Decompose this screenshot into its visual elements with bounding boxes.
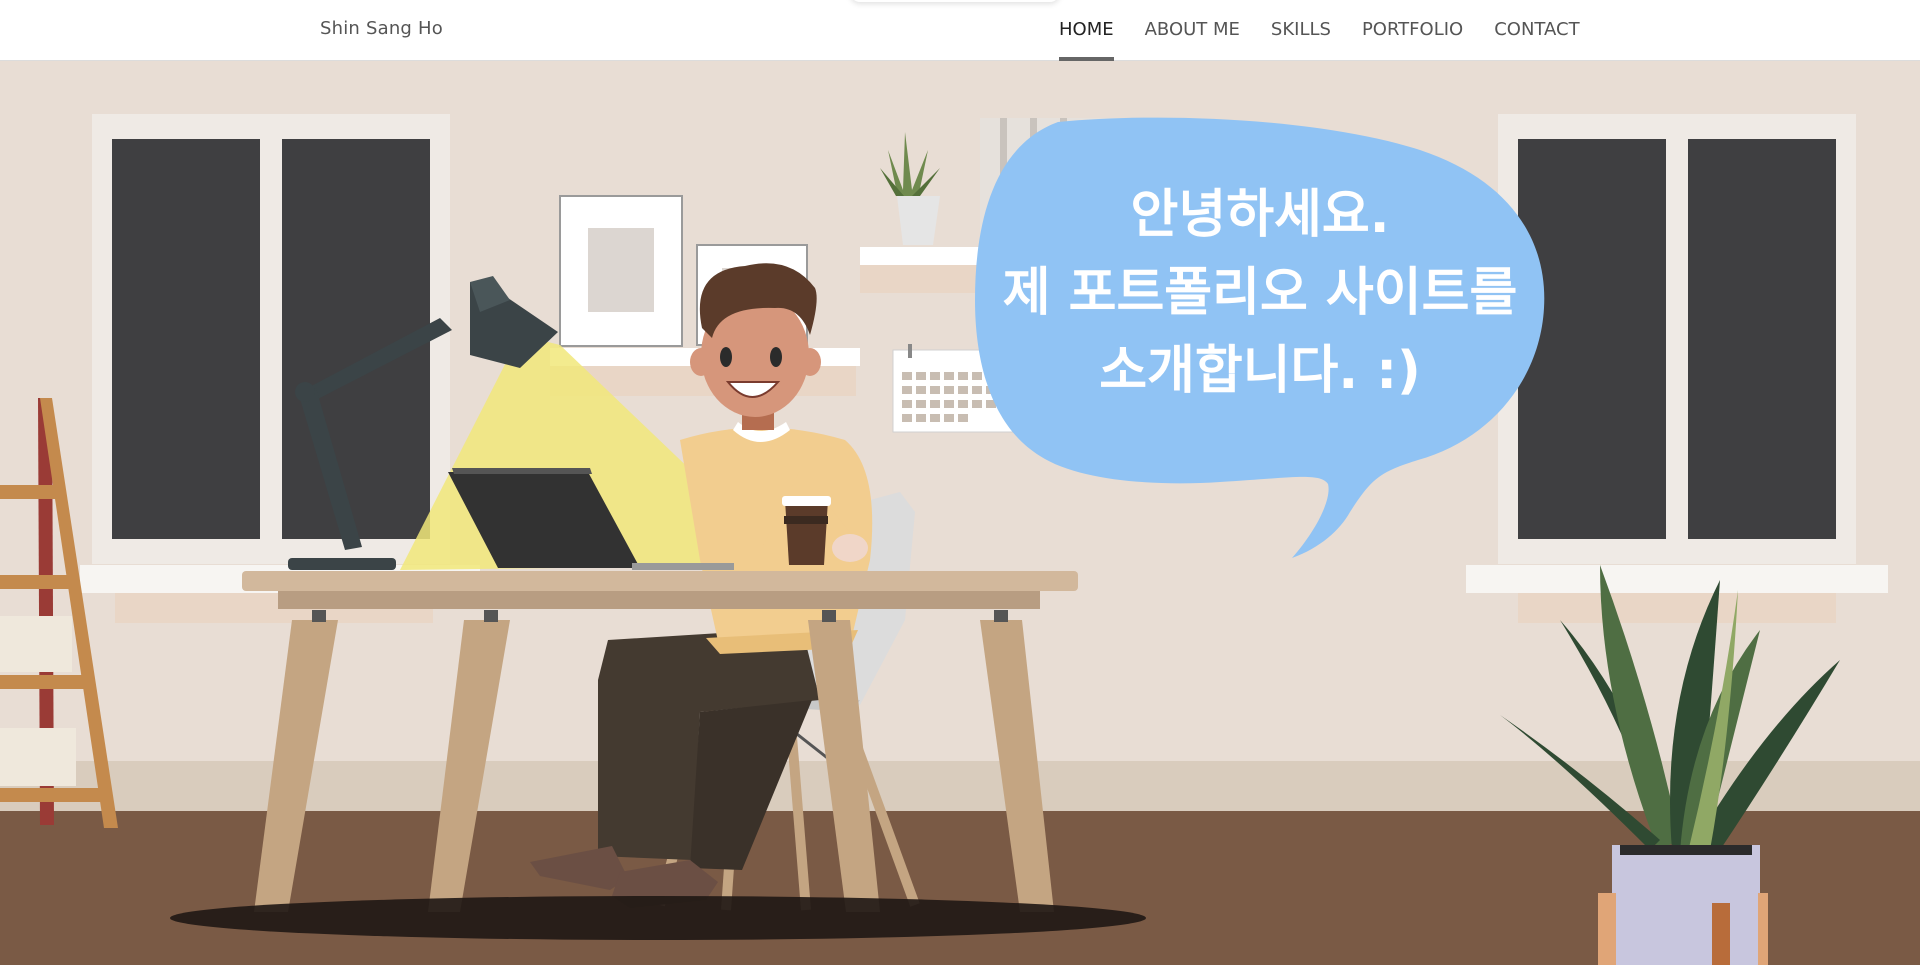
greeting-line-1: 안녕하세요. bbox=[1130, 185, 1390, 245]
menu-item-contact[interactable]: CONTACT bbox=[1494, 0, 1579, 60]
coffee-cup bbox=[782, 496, 831, 565]
hero-illustration bbox=[0, 61, 1920, 965]
greeting-line-2: 제 포트폴리오 사이트를 bbox=[1002, 263, 1518, 323]
floor-shadow bbox=[170, 896, 1146, 940]
top-navbar: Shin Sang Ho HOME ABOUT ME SKILLS PORTFO… bbox=[0, 0, 1920, 61]
menu-item-portfolio[interactable]: PORTFOLIO bbox=[1362, 0, 1463, 60]
menu-item-home[interactable]: HOME bbox=[1059, 0, 1114, 61]
nav-shadow-tab bbox=[850, 0, 1060, 2]
hero-greeting: 안녕하세요. 제 포트폴리오 사이트를 소개합니다. :) bbox=[990, 176, 1530, 410]
brand-name[interactable]: Shin Sang Ho bbox=[320, 18, 443, 39]
main-menu: HOME ABOUT ME SKILLS PORTFOLIO CONTACT bbox=[1059, 0, 1580, 61]
greeting-line-3: 소개합니다. :) bbox=[1099, 341, 1421, 401]
menu-item-skills[interactable]: SKILLS bbox=[1271, 0, 1331, 60]
menu-item-about-me[interactable]: ABOUT ME bbox=[1145, 0, 1240, 60]
